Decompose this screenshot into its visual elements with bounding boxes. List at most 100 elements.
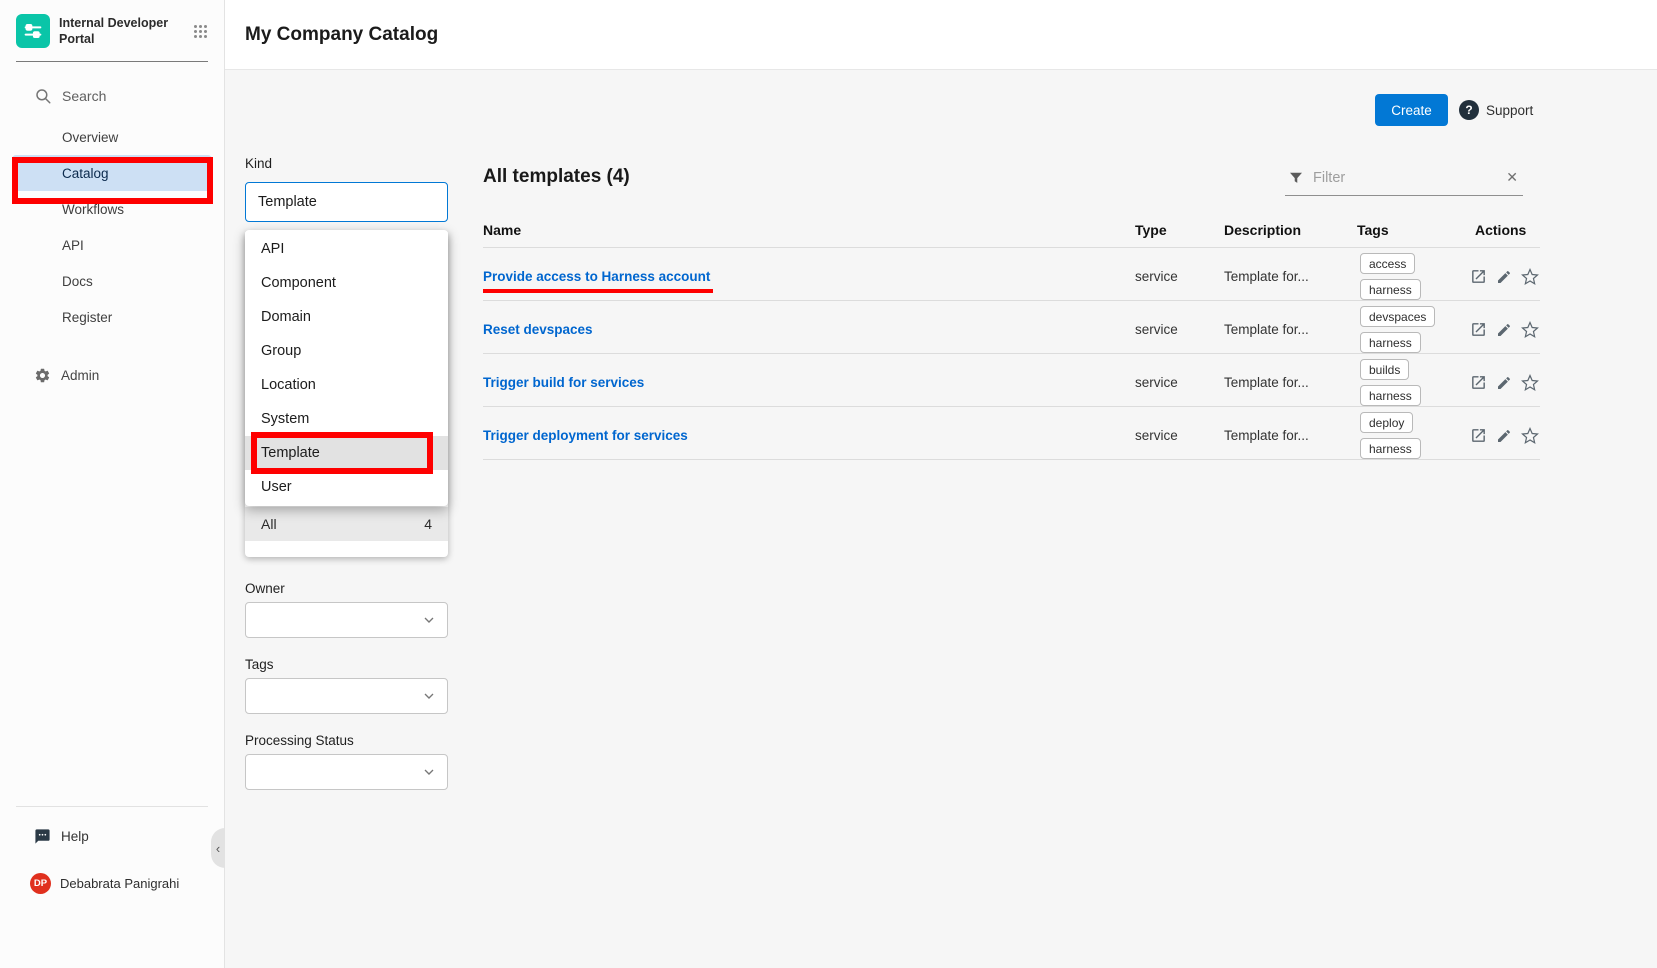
sidebar-item-label: Catalog: [62, 166, 109, 181]
kind-all-count: 4: [424, 516, 432, 532]
tags-select[interactable]: [245, 678, 448, 714]
tag-chip: harness: [1360, 279, 1421, 300]
kind-option-api[interactable]: API: [245, 232, 448, 266]
template-link[interactable]: Provide access to Harness account: [483, 269, 710, 284]
kind-select-value: Template: [258, 194, 317, 210]
cell-type: service: [1135, 428, 1224, 443]
filter-input[interactable]: [1313, 170, 1495, 186]
cell-name: Trigger build for services: [483, 374, 1135, 392]
sidebar-bottom: Help DP Debabrata Panigrahi: [0, 806, 224, 903]
edit-icon[interactable]: [1495, 374, 1513, 392]
sidebar-item-label: Workflows: [62, 202, 124, 217]
avatar: DP: [30, 873, 51, 894]
owner-select[interactable]: [245, 602, 448, 638]
sidebar-item-workflows[interactable]: Workflows: [0, 191, 224, 227]
user-name: Debabrata Panigrahi: [60, 876, 179, 891]
tag-chip: harness: [1360, 332, 1421, 353]
kind-option-label: API: [261, 241, 284, 257]
chevron-left-icon: ‹: [216, 841, 220, 856]
kind-option-label: Component: [261, 275, 336, 291]
cell-name: Trigger deployment for services: [483, 427, 1135, 445]
processing-status-label: Processing Status: [245, 733, 354, 748]
kind-all-row[interactable]: All 4: [245, 507, 448, 541]
tags-label: Tags: [245, 657, 274, 672]
cell-description: Template for...: [1224, 322, 1357, 337]
table-title: All templates (4): [483, 166, 630, 188]
sidebar-item-admin[interactable]: Admin: [0, 357, 224, 393]
kind-option-label: User: [261, 479, 292, 495]
kind-option-domain[interactable]: Domain: [245, 300, 448, 334]
edit-icon[interactable]: [1495, 321, 1513, 339]
kind-dropdown-menu: API Component Domain Group Location System Tem…: [245, 230, 448, 506]
tag-chip: harness: [1360, 385, 1421, 406]
table-row: Trigger deployment for services service …: [483, 407, 1540, 460]
chevron-down-icon: [421, 688, 437, 704]
page-header: My Company Catalog: [225, 0, 1657, 70]
cell-tags: devspaces harness: [1357, 301, 1475, 358]
tag-chip: deploy: [1360, 412, 1413, 433]
tag-chip: builds: [1360, 359, 1409, 380]
kind-option-label: Domain: [261, 309, 311, 325]
kind-option-user[interactable]: User: [245, 470, 448, 504]
kind-option-system[interactable]: System: [245, 402, 448, 436]
template-link[interactable]: Trigger deployment for services: [483, 428, 688, 443]
sidebar-item-api[interactable]: API: [0, 227, 224, 263]
cell-type: service: [1135, 322, 1224, 337]
chevron-down-icon: [421, 612, 437, 628]
kind-option-component[interactable]: Component: [245, 266, 448, 300]
create-button[interactable]: Create: [1375, 94, 1448, 126]
kind-option-group[interactable]: Group: [245, 334, 448, 368]
star-icon[interactable]: [1521, 374, 1539, 392]
processing-status-select[interactable]: [245, 754, 448, 790]
cell-description: Template for...: [1224, 428, 1357, 443]
kind-option-template[interactable]: Template: [245, 436, 448, 470]
cell-name: Provide access to Harness account: [483, 268, 1135, 286]
cell-actions: [1469, 321, 1540, 339]
open-in-new-icon[interactable]: [1469, 321, 1487, 339]
cell-description: Template for...: [1224, 269, 1357, 284]
apps-grid-icon[interactable]: [193, 24, 208, 39]
column-header-actions: Actions: [1475, 222, 1540, 238]
star-icon[interactable]: [1521, 321, 1539, 339]
app-logo-icon: [16, 14, 50, 48]
sidebar-admin-label: Admin: [61, 368, 99, 383]
sidebar: Internal Developer Portal Search Overvie…: [0, 0, 225, 968]
kind-option-label: System: [261, 411, 309, 427]
template-link[interactable]: Reset devspaces: [483, 322, 593, 337]
clear-filter-icon[interactable]: ✕: [1503, 169, 1521, 186]
sidebar-search[interactable]: Search: [0, 78, 224, 114]
sidebar-collapse-handle[interactable]: ‹: [211, 828, 225, 868]
open-in-new-icon[interactable]: [1469, 374, 1487, 392]
filter-funnel-icon: [1287, 169, 1305, 187]
open-in-new-icon[interactable]: [1469, 268, 1487, 286]
cell-name: Reset devspaces: [483, 321, 1135, 339]
kind-select[interactable]: Template: [245, 182, 448, 222]
cell-tags: accessharness: [1357, 248, 1475, 305]
kind-option-location[interactable]: Location: [245, 368, 448, 402]
cell-tags: deployharness: [1357, 407, 1475, 464]
sidebar-item-label: Register: [62, 310, 112, 325]
question-icon: ?: [1459, 100, 1479, 120]
sidebar-item-register[interactable]: Register: [0, 299, 224, 335]
sidebar-item-label: Docs: [62, 274, 93, 289]
sidebar-item-help[interactable]: Help: [0, 819, 224, 853]
tag-chip: devspaces: [1360, 306, 1435, 327]
column-header-name: Name: [483, 222, 1135, 238]
template-link[interactable]: Trigger build for services: [483, 375, 644, 390]
open-in-new-icon[interactable]: [1469, 427, 1487, 445]
table-row: Provide access to Harness account servic…: [483, 248, 1540, 301]
sidebar-user[interactable]: DP Debabrata Panigrahi: [0, 863, 224, 903]
support-button[interactable]: ? Support: [1459, 94, 1533, 126]
app: My Company Catalog Internal Developer Po…: [0, 0, 1657, 968]
search-icon: [34, 87, 52, 105]
edit-icon[interactable]: [1495, 268, 1513, 286]
kind-option-label: Group: [261, 343, 301, 359]
sidebar-item-overview[interactable]: Overview: [0, 119, 224, 155]
sidebar-item-docs[interactable]: Docs: [0, 263, 224, 299]
star-icon[interactable]: [1521, 268, 1539, 286]
kind-option-label: Location: [261, 377, 316, 393]
sidebar-item-catalog[interactable]: Catalog: [12, 155, 212, 191]
cell-tags: builds harness: [1357, 354, 1475, 411]
edit-icon[interactable]: [1495, 427, 1513, 445]
star-icon[interactable]: [1521, 427, 1539, 445]
